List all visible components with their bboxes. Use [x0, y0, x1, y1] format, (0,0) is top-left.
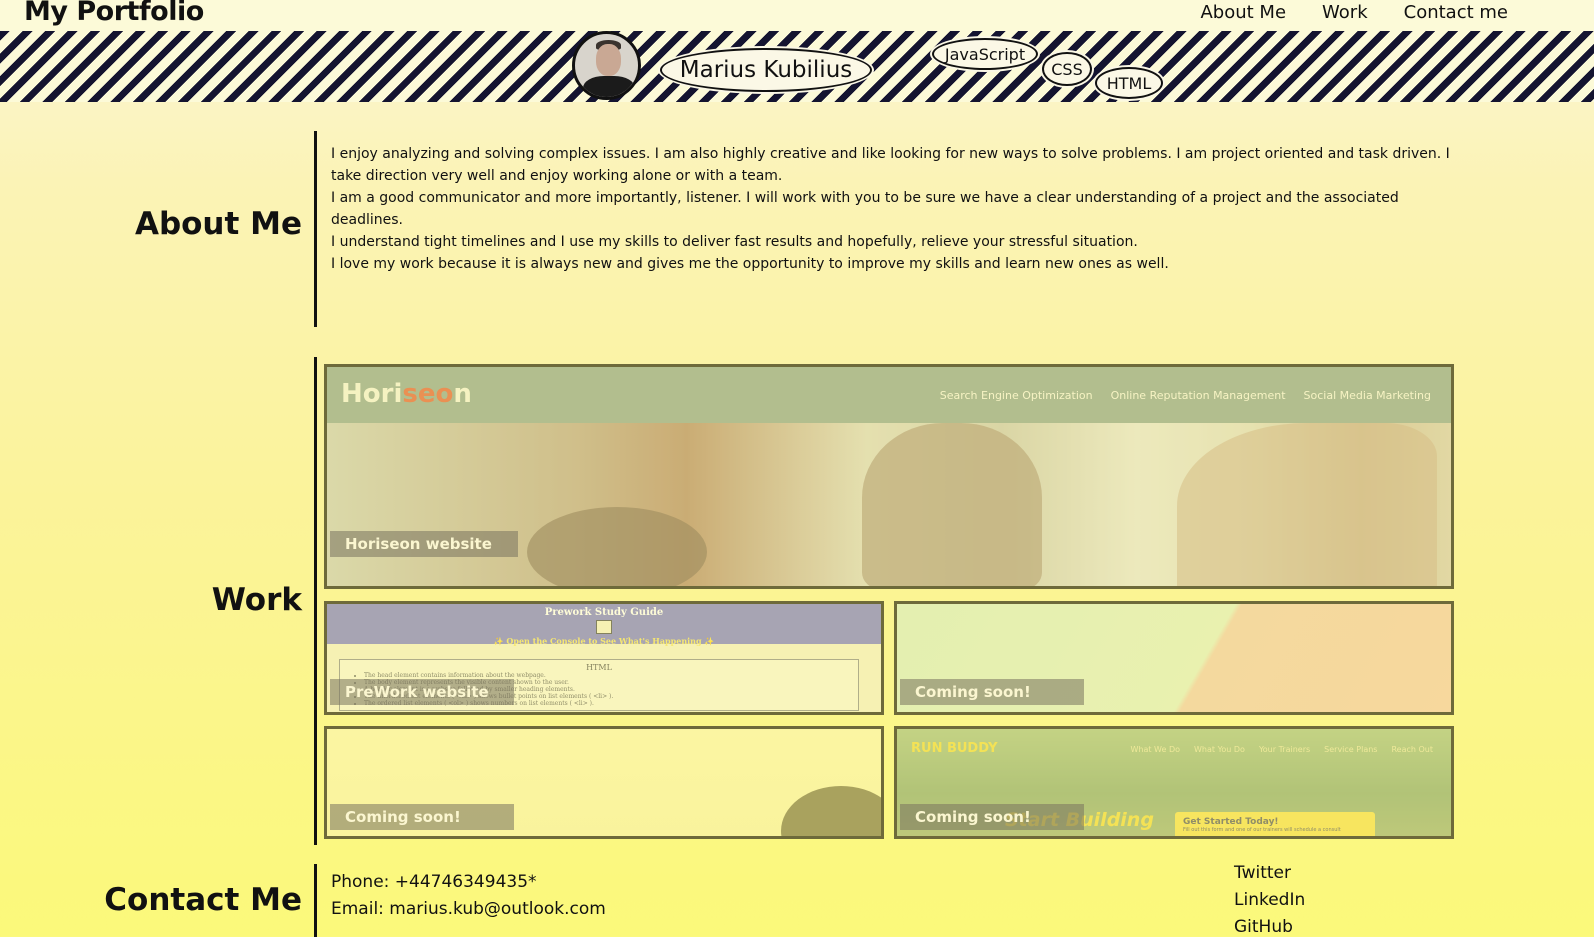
work-divider	[314, 357, 317, 845]
avatar	[572, 31, 641, 100]
project-card-horiseon[interactable]: Horiseon Search Engine Optimization Onli…	[324, 364, 1454, 589]
contact-divider	[314, 864, 317, 937]
brand-title[interactable]: My Portfolio	[24, 0, 204, 27]
project-label-horiseon[interactable]: Horiseon website	[330, 531, 518, 557]
project-card-run-buddy[interactable]: RUN BUDDY What We Do What You Do Your Tr…	[894, 726, 1454, 839]
contact-details: Phone: +44746349435* Email: marius.kub@o…	[331, 869, 606, 923]
main-nav: About Me Work Contact me	[1200, 2, 1508, 23]
contact-section-title: Contact Me	[104, 882, 302, 918]
social-link-github[interactable]: GitHub	[1234, 914, 1305, 937]
project-label-coming-soon[interactable]: Coming soon!	[900, 804, 1084, 830]
project-label-prework[interactable]: PreWork website	[330, 679, 514, 705]
about-divider	[314, 131, 317, 327]
social-link-linkedin[interactable]: LinkedIn	[1234, 887, 1305, 914]
about-text: I enjoy analyzing and solving complex is…	[331, 143, 1466, 275]
profile-name: Marius Kubilius	[660, 48, 872, 92]
contact-email[interactable]: Email: marius.kub@outlook.com	[331, 896, 606, 923]
nav-link-contact[interactable]: Contact me	[1404, 2, 1508, 23]
skill-badge-javascript: JavaScript	[932, 38, 1038, 70]
about-section-title: About Me	[134, 206, 302, 242]
top-header: My Portfolio About Me Work Contact me	[0, 0, 1594, 31]
project-card-coming-soon[interactable]: Coming soon!	[894, 601, 1454, 715]
about-paragraph: I love my work because it is always new …	[331, 256, 1169, 272]
contact-phone: Phone: +44746349435*	[331, 872, 537, 892]
project-card-coming-soon[interactable]: Coming soon!	[324, 726, 884, 839]
about-paragraph: I am a good communicator and more import…	[331, 190, 1399, 228]
work-section-title: Work	[211, 582, 302, 618]
nav-link-work[interactable]: Work	[1322, 2, 1368, 23]
skill-badge-html: HTML	[1095, 67, 1163, 99]
project-label-coming-soon[interactable]: Coming soon!	[900, 679, 1084, 705]
social-links: Twitter LinkedIn GitHub	[1234, 860, 1305, 937]
nav-link-about[interactable]: About Me	[1200, 2, 1286, 23]
about-paragraph: I understand tight timelines and I use m…	[331, 234, 1138, 250]
skill-badge-css: CSS	[1042, 52, 1092, 86]
project-card-prework[interactable]: Prework Study Guide ✨ Open the Console t…	[324, 601, 884, 715]
social-link-twitter[interactable]: Twitter	[1234, 860, 1305, 887]
about-paragraph: I enjoy analyzing and solving complex is…	[331, 146, 1450, 184]
project-label-coming-soon[interactable]: Coming soon!	[330, 804, 514, 830]
